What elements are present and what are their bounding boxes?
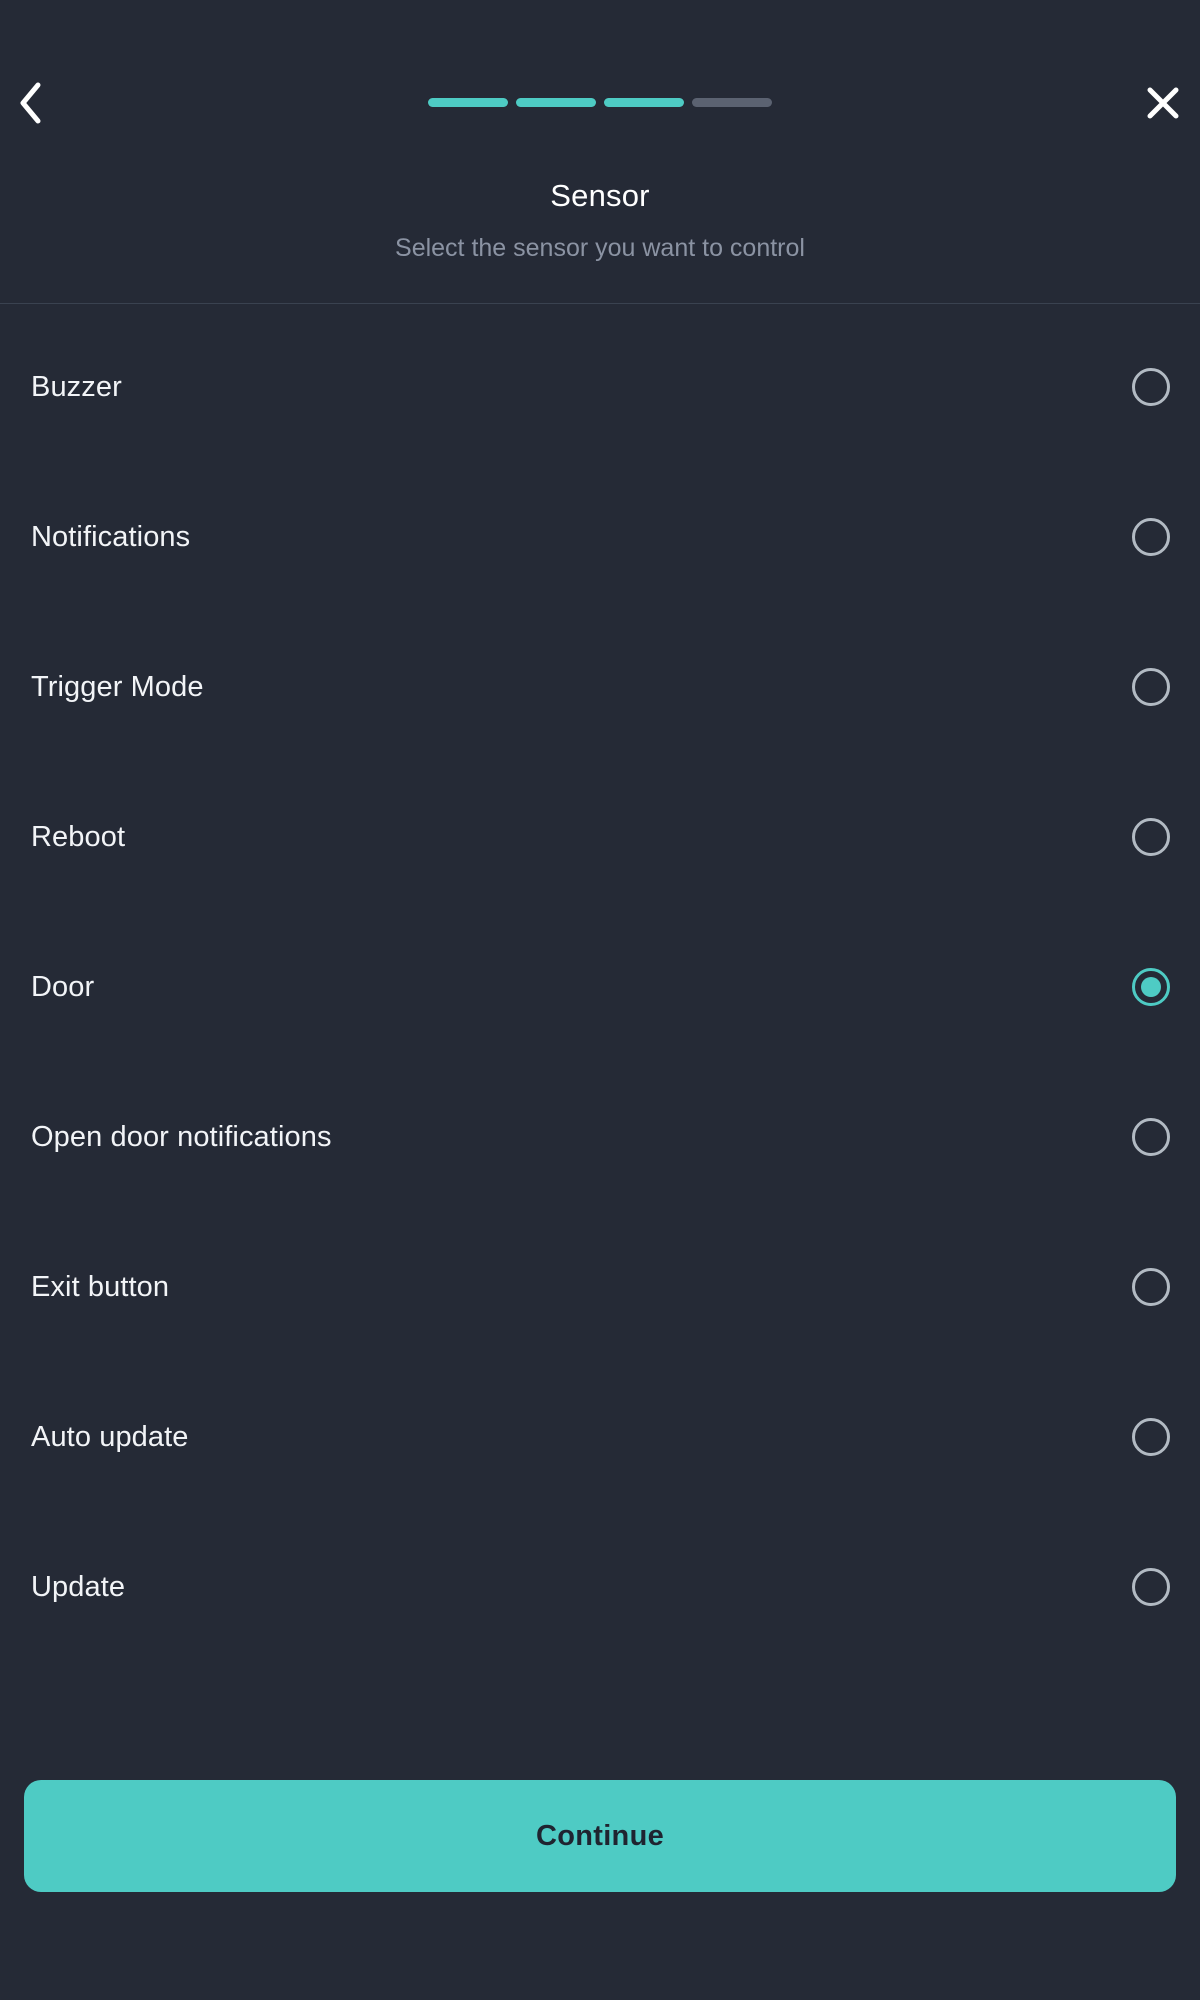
list-item[interactable]: Door [0, 912, 1200, 1062]
footer: Continue [0, 1780, 1200, 2000]
list-item-label: Auto update [31, 1420, 189, 1453]
list-item[interactable]: Auto update [0, 1362, 1200, 1512]
radio-button[interactable] [1132, 1568, 1170, 1606]
list-item-label: Notifications [31, 520, 191, 553]
list-item-label: Reboot [31, 820, 126, 853]
list-item[interactable]: Notifications [0, 462, 1200, 612]
sensor-option-list: Buzzer Notifications Trigger Mode Reboot… [0, 304, 1200, 1780]
progress-step-3 [604, 98, 684, 107]
page-subtitle: Select the sensor you want to control [395, 234, 805, 262]
list-item-label: Trigger Mode [31, 670, 204, 703]
list-item[interactable]: Update [0, 1512, 1200, 1662]
sensor-selection-screen: Sensor Select the sensor you want to con… [0, 0, 1200, 2000]
list-item[interactable]: Buzzer [0, 312, 1200, 462]
progress-indicator [0, 98, 1200, 107]
radio-button[interactable] [1132, 1418, 1170, 1456]
list-item-label: Buzzer [31, 370, 122, 403]
list-item-label: Open door notifications [31, 1120, 332, 1153]
page-title: Sensor [550, 178, 650, 213]
progress-step-1 [428, 98, 508, 107]
radio-button[interactable] [1132, 818, 1170, 856]
radio-button[interactable] [1132, 668, 1170, 706]
list-item-label: Exit button [31, 1270, 170, 1303]
radio-button-selected[interactable] [1132, 968, 1170, 1006]
list-item[interactable]: Trigger Mode [0, 612, 1200, 762]
radio-button[interactable] [1132, 1118, 1170, 1156]
list-item-label: Update [31, 1570, 126, 1603]
radio-button[interactable] [1132, 368, 1170, 406]
list-item-label: Door [31, 970, 95, 1003]
progress-step-2 [516, 98, 596, 107]
radio-button[interactable] [1132, 1268, 1170, 1306]
list-item[interactable]: Reboot [0, 762, 1200, 912]
progress-step-4 [692, 98, 772, 107]
radio-button[interactable] [1132, 518, 1170, 556]
list-item[interactable]: Open door notifications [0, 1062, 1200, 1212]
list-item[interactable]: Exit button [0, 1212, 1200, 1362]
continue-button[interactable]: Continue [24, 1780, 1176, 1892]
header: Sensor Select the sensor you want to con… [0, 0, 1200, 304]
